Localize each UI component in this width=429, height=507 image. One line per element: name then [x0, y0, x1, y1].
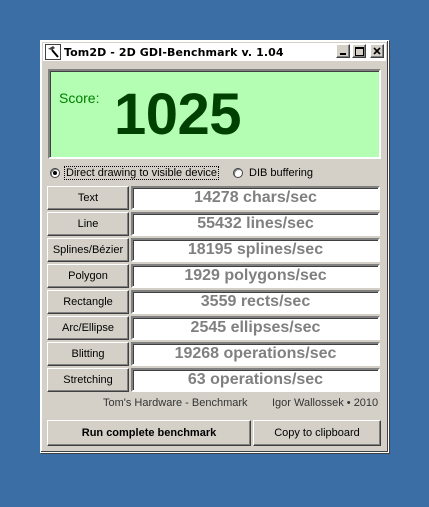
radio-direct-drawing-label[interactable]: Direct drawing to visible device	[63, 166, 220, 180]
benchmark-row-polygon: Polygon 1929 polygons/sec	[47, 264, 381, 288]
credits-author: Igor Wallossek • 2010	[272, 397, 379, 409]
benchmark-row-stretching: Stretching 63 operations/sec	[47, 368, 381, 392]
radio-dib-buffering[interactable]: DIB buffering	[233, 165, 314, 181]
benchmark-row-arc-ellipse: Arc/Ellipse 2545 ellipses/sec	[47, 316, 381, 340]
blitting-benchmark-button[interactable]: Blitting	[47, 342, 129, 366]
polygon-result: 1929 polygons/sec	[131, 264, 380, 288]
benchmark-row-blitting: Blitting 19268 operations/sec	[47, 342, 381, 366]
score-value: 1025	[114, 82, 242, 147]
line-benchmark-button[interactable]: Line	[47, 212, 129, 236]
run-complete-benchmark-button[interactable]: Run complete benchmark	[47, 420, 251, 446]
arc-ellipse-benchmark-button[interactable]: Arc/Ellipse	[47, 316, 129, 340]
rectangle-result: 3559 rects/sec	[131, 290, 380, 314]
polygon-benchmark-button[interactable]: Polygon	[47, 264, 129, 288]
close-icon	[373, 47, 381, 55]
window-title: Tom2D - 2D GDI-Benchmark v. 1.04	[64, 45, 284, 59]
splines-result: 18195 splines/sec	[131, 238, 380, 262]
radio-dib-buffering-control[interactable]	[233, 168, 243, 178]
radio-dib-buffering-label[interactable]: DIB buffering	[248, 167, 314, 179]
radio-direct-drawing[interactable]: Direct drawing to visible device	[50, 165, 220, 181]
benchmark-row-text: Text 14278 chars/sec	[47, 186, 381, 210]
stretching-result: 63 operations/sec	[131, 368, 380, 392]
title-bar[interactable]: Tom2D - 2D GDI-Benchmark v. 1.04	[43, 43, 386, 61]
benchmark-row-line: Line 55432 lines/sec	[47, 212, 381, 236]
benchmark-row-rectangle: Rectangle 3559 rects/sec	[47, 290, 381, 314]
benchmark-window: Tom2D - 2D GDI-Benchmark v. 1.04 Score: …	[40, 40, 389, 453]
radio-direct-drawing-control[interactable]	[50, 168, 60, 178]
credits: Tom's Hardware - Benchmark Igor Wallosse…	[41, 397, 390, 411]
text-result: 14278 chars/sec	[131, 186, 380, 210]
rectangle-benchmark-button[interactable]: Rectangle	[47, 290, 129, 314]
splines-benchmark-button[interactable]: Splines/Bézier	[47, 238, 129, 262]
copy-to-clipboard-button[interactable]: Copy to clipboard	[253, 420, 381, 446]
stretching-benchmark-button[interactable]: Stretching	[47, 368, 129, 392]
minimize-icon	[340, 53, 346, 55]
text-benchmark-button[interactable]: Text	[47, 186, 129, 210]
benchmark-row-splines: Splines/Bézier 18195 splines/sec	[47, 238, 381, 262]
score-label: Score:	[59, 90, 100, 106]
score-panel: Score: 1025	[48, 69, 381, 159]
hammer-icon[interactable]	[45, 44, 61, 60]
arc-ellipse-result: 2545 ellipses/sec	[131, 316, 380, 340]
maximize-button[interactable]	[352, 44, 366, 58]
maximize-icon	[354, 46, 364, 56]
minimize-button[interactable]	[336, 44, 350, 58]
credits-publisher: Tom's Hardware - Benchmark	[103, 397, 248, 409]
close-button[interactable]	[370, 44, 384, 58]
blitting-result: 19268 operations/sec	[131, 342, 380, 366]
line-result: 55432 lines/sec	[131, 212, 380, 236]
